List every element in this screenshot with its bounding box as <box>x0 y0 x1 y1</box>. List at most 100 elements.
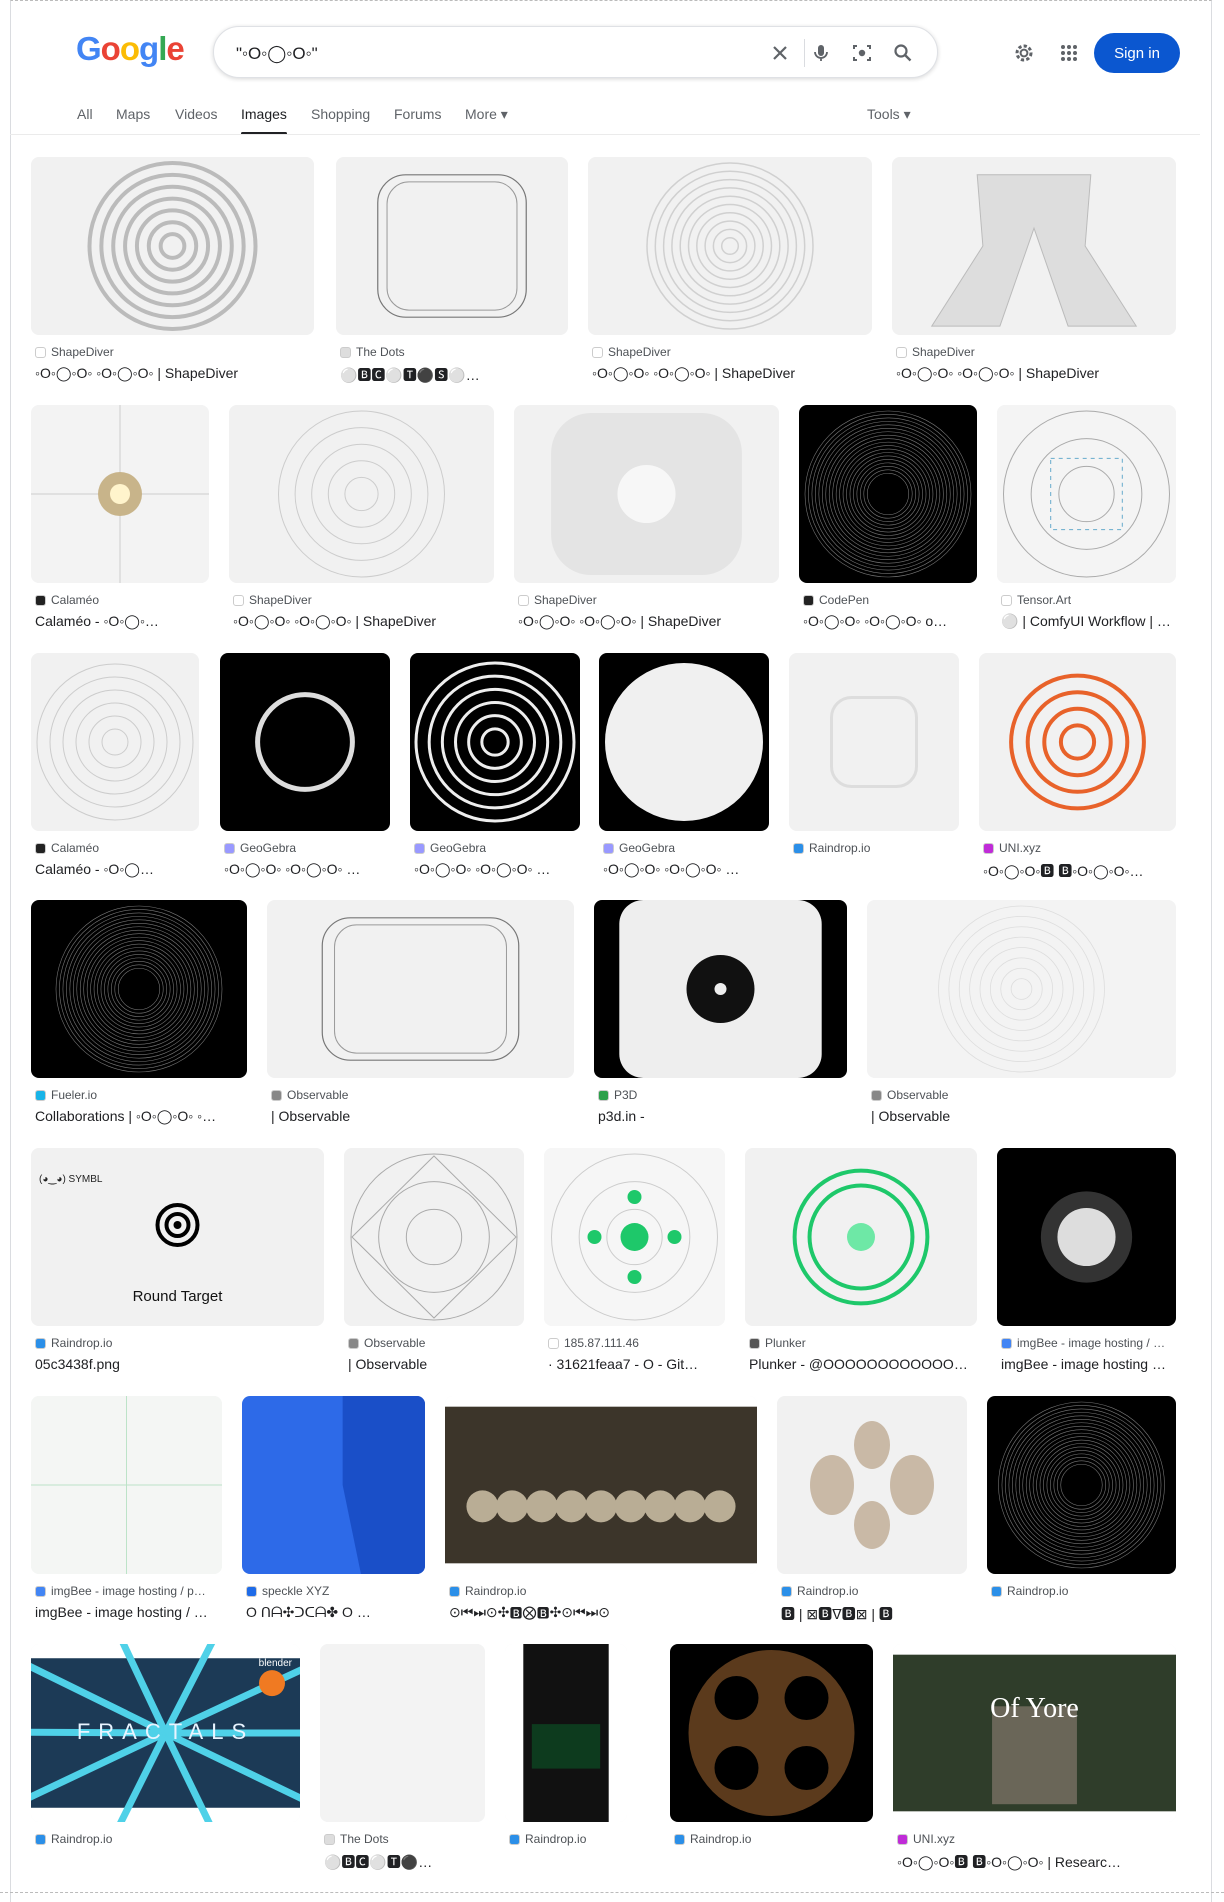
image-result[interactable]: Observable | Observable <box>867 900 1176 1130</box>
image-result[interactable]: Raindrop.io <box>789 653 959 883</box>
result-source[interactable]: ShapeDiver <box>35 345 314 359</box>
search-icon[interactable] <box>891 41 915 65</box>
result-source[interactable]: Raindrop.io <box>449 1584 757 1598</box>
image-result[interactable]: GeoGebra ◦O◦◯◦O◦ ◦O◦◯◦O◦ … <box>599 653 769 883</box>
result-source[interactable]: Tensor.Art <box>1001 593 1176 607</box>
result-title[interactable]: | Observable <box>348 1356 524 1372</box>
result-title[interactable]: O ᑎᗩ✣ᑐᑕᗩ✤ O … <box>246 1604 425 1621</box>
result-thumbnail[interactable] <box>867 900 1176 1078</box>
result-source[interactable]: P3D <box>598 1088 847 1102</box>
result-thumbnail[interactable] <box>445 1396 757 1574</box>
tab-all[interactable]: All <box>77 106 93 122</box>
result-source[interactable]: imgBee - image hosting / … <box>1001 1336 1176 1350</box>
result-thumbnail[interactable] <box>544 1148 725 1326</box>
clear-icon[interactable] <box>768 41 792 65</box>
image-result[interactable]: Of Yore UNI.xyz ◦O◦◯◦O◦🅱 🅱◦O◦◯◦O◦ | Resear… <box>893 1644 1176 1874</box>
result-title[interactable]: imgBee - image hosting … <box>1001 1356 1176 1372</box>
result-source[interactable]: ShapeDiver <box>518 593 779 607</box>
image-result[interactable]: Calaméo Calaméo - ◦O◦◯◦… <box>31 405 209 635</box>
result-title[interactable]: · 31621feaa7 - O - Git… <box>548 1356 725 1372</box>
settings-gear-icon[interactable] <box>1011 40 1037 66</box>
image-result[interactable]: Tensor.Art ⚪ | ComfyUI Workflow | … <box>997 405 1176 635</box>
result-thumbnail[interactable] <box>320 1644 485 1822</box>
result-source[interactable]: ShapeDiver <box>896 345 1176 359</box>
image-result[interactable]: Raindrop.io <box>987 1396 1176 1626</box>
image-result[interactable]: Calaméo Calaméo - ◦O◦◯… <box>31 653 199 883</box>
lens-icon[interactable] <box>850 41 874 65</box>
result-thumbnail[interactable] <box>777 1396 967 1574</box>
result-title[interactable]: ⊙⏮⏭⊙✣🅱⨂🅱✣⊙⏮⏭⊙ <box>449 1604 757 1621</box>
result-source[interactable]: The Dots <box>340 345 568 359</box>
result-source[interactable]: Raindrop.io <box>781 1584 967 1598</box>
result-source[interactable]: Plunker <box>749 1336 977 1350</box>
result-title[interactable]: 05c3438f.png <box>35 1356 324 1372</box>
result-source[interactable]: CodePen <box>803 593 977 607</box>
result-thumbnail[interactable] <box>997 405 1176 583</box>
result-source[interactable]: Calaméo <box>35 841 199 855</box>
apps-grid-icon[interactable] <box>1056 40 1082 66</box>
result-thumbnail[interactable] <box>267 900 574 1078</box>
result-title[interactable]: Calaméo - ◦O◦◯◦… <box>35 613 209 630</box>
result-source[interactable]: 185.87.111.46 <box>548 1336 725 1350</box>
result-source[interactable]: GeoGebra <box>603 841 769 855</box>
result-source[interactable]: imgBee - image hosting / p… <box>35 1584 222 1598</box>
result-source[interactable]: UNI.xyz <box>897 1832 1176 1846</box>
search-input[interactable]: "◦O◦◯◦O◦" <box>236 44 318 64</box>
image-result[interactable]: Fueler.io Collaborations | ◦O◦◯◦O◦ ◦… <box>31 900 247 1130</box>
google-logo[interactable]: Google <box>76 30 185 68</box>
result-title[interactable]: Collaborations | ◦O◦◯◦O◦ ◦… <box>35 1108 247 1125</box>
result-source[interactable]: GeoGebra <box>414 841 580 855</box>
image-result[interactable]: Raindrop.io <box>670 1644 873 1874</box>
result-title[interactable]: ◦O◦◯◦O◦ ◦O◦◯◦O◦ | ShapeDiver <box>35 365 314 382</box>
result-thumbnail[interactable] <box>31 1396 222 1574</box>
image-result[interactable]: ShapeDiver ◦O◦◯◦O◦ ◦O◦◯◦O◦ | ShapeDiver <box>514 405 779 635</box>
result-thumbnail[interactable] <box>594 900 847 1078</box>
result-source[interactable]: The Dots <box>324 1832 485 1846</box>
result-source[interactable]: UNI.xyz <box>983 841 1176 855</box>
image-result[interactable]: FRACTALS blender Raindrop.io <box>31 1644 300 1874</box>
image-result[interactable]: speckle XYZ O ᑎᗩ✣ᑐᑕᗩ✤ O … <box>242 1396 425 1626</box>
result-title[interactable]: ◦O◦◯◦O◦🅱 🅱◦O◦◯◦O◦ | Researc… <box>897 1852 1176 1872</box>
result-thumbnail[interactable] <box>892 157 1176 335</box>
search-box[interactable]: "◦O◦◯◦O◦" <box>213 26 938 78</box>
image-result[interactable]: ShapeDiver ◦O◦◯◦O◦ ◦O◦◯◦O◦ | ShapeDiver <box>229 405 494 635</box>
result-source[interactable]: Raindrop.io <box>35 1832 300 1846</box>
tab-maps[interactable]: Maps <box>116 106 150 122</box>
result-source[interactable]: Raindrop.io <box>991 1584 1176 1598</box>
result-title[interactable]: Calaméo - ◦O◦◯… <box>35 861 199 878</box>
result-source[interactable]: Raindrop.io <box>674 1832 873 1846</box>
result-title[interactable]: 🅱 | ⊠🅱ᐁ🅱⊠ | 🅱 <box>781 1604 967 1624</box>
result-thumbnail[interactable] <box>229 405 494 583</box>
result-thumbnail[interactable] <box>987 1396 1176 1574</box>
result-thumbnail[interactable] <box>979 653 1176 831</box>
result-source[interactable]: Fueler.io <box>35 1088 247 1102</box>
result-title[interactable]: | Observable <box>871 1108 1176 1124</box>
result-source[interactable]: ShapeDiver <box>233 593 494 607</box>
image-result[interactable]: P3D p3d.in - <box>594 900 847 1130</box>
result-thumbnail[interactable] <box>242 1396 425 1574</box>
result-source[interactable]: ShapeDiver <box>592 345 872 359</box>
result-title[interactable]: | Observable <box>271 1108 574 1124</box>
result-thumbnail[interactable] <box>997 1148 1176 1326</box>
result-thumbnail[interactable] <box>31 405 209 583</box>
result-source[interactable]: Observable <box>348 1336 524 1350</box>
result-title[interactable]: p3d.in - <box>598 1108 847 1124</box>
result-title[interactable]: ◦O◦◯◦O◦ ◦O◦◯◦O◦ o… <box>803 613 977 630</box>
result-thumbnail[interactable] <box>588 157 872 335</box>
result-thumbnail[interactable] <box>336 157 568 335</box>
result-thumbnail[interactable] <box>31 653 199 831</box>
result-thumbnail[interactable] <box>505 1644 627 1822</box>
result-thumbnail[interactable] <box>745 1148 977 1326</box>
result-title[interactable]: Plunker - @OOOOOOOOOOOOO… <box>749 1356 977 1372</box>
result-thumbnail[interactable] <box>410 653 580 831</box>
image-result[interactable]: CodePen ◦O◦◯◦O◦ ◦O◦◯◦O◦ o… <box>799 405 977 635</box>
image-result[interactable]: 185.87.111.46 · 31621feaa7 - O - Git… <box>544 1148 725 1378</box>
image-result[interactable]: ShapeDiver ◦O◦◯◦O◦ ◦O◦◯◦O◦ | ShapeDiver <box>588 157 872 387</box>
result-thumbnail[interactable] <box>799 405 977 583</box>
result-thumbnail[interactable] <box>599 653 769 831</box>
image-result[interactable]: The Dots ⚪🅱🅲⚪🆃⚫… <box>320 1644 485 1874</box>
result-title[interactable]: ◦O◦◯◦O◦ ◦O◦◯◦O◦ … <box>224 861 390 878</box>
result-thumbnail[interactable] <box>220 653 390 831</box>
tab-shopping[interactable]: Shopping <box>311 106 370 122</box>
result-source[interactable]: speckle XYZ <box>246 1584 425 1598</box>
